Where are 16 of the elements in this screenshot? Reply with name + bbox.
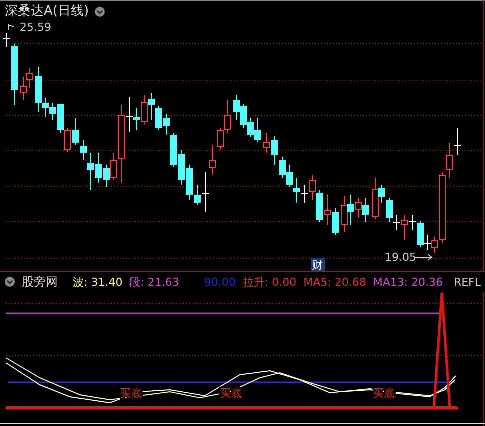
indicator-value: 波: 31.40 <box>73 274 123 290</box>
finance-badge[interactable]: 财 <box>311 258 325 272</box>
indicator-value: MA13: 20.36 <box>373 276 444 288</box>
indicator-value: MA5: 20.68 <box>304 276 366 288</box>
arrow-icon <box>414 254 433 261</box>
indicator-name: 股旁网 <box>22 274 58 290</box>
indicator-value: 拉升: 0.00 <box>242 274 297 290</box>
dropdown-icon[interactable] <box>5 277 15 287</box>
chart-title: 深桑达A(日线) <box>5 4 90 19</box>
pointer-icon <box>8 24 14 30</box>
indicator-value: REFL <box>454 276 481 288</box>
high-price-label: 25.59 <box>20 21 52 34</box>
indicator-value: 段: 21.63 <box>130 274 180 290</box>
dropdown-icon[interactable] <box>95 6 106 16</box>
low-price-label: 19.05 <box>385 251 416 264</box>
indicator-value: 90.00 <box>204 276 236 288</box>
